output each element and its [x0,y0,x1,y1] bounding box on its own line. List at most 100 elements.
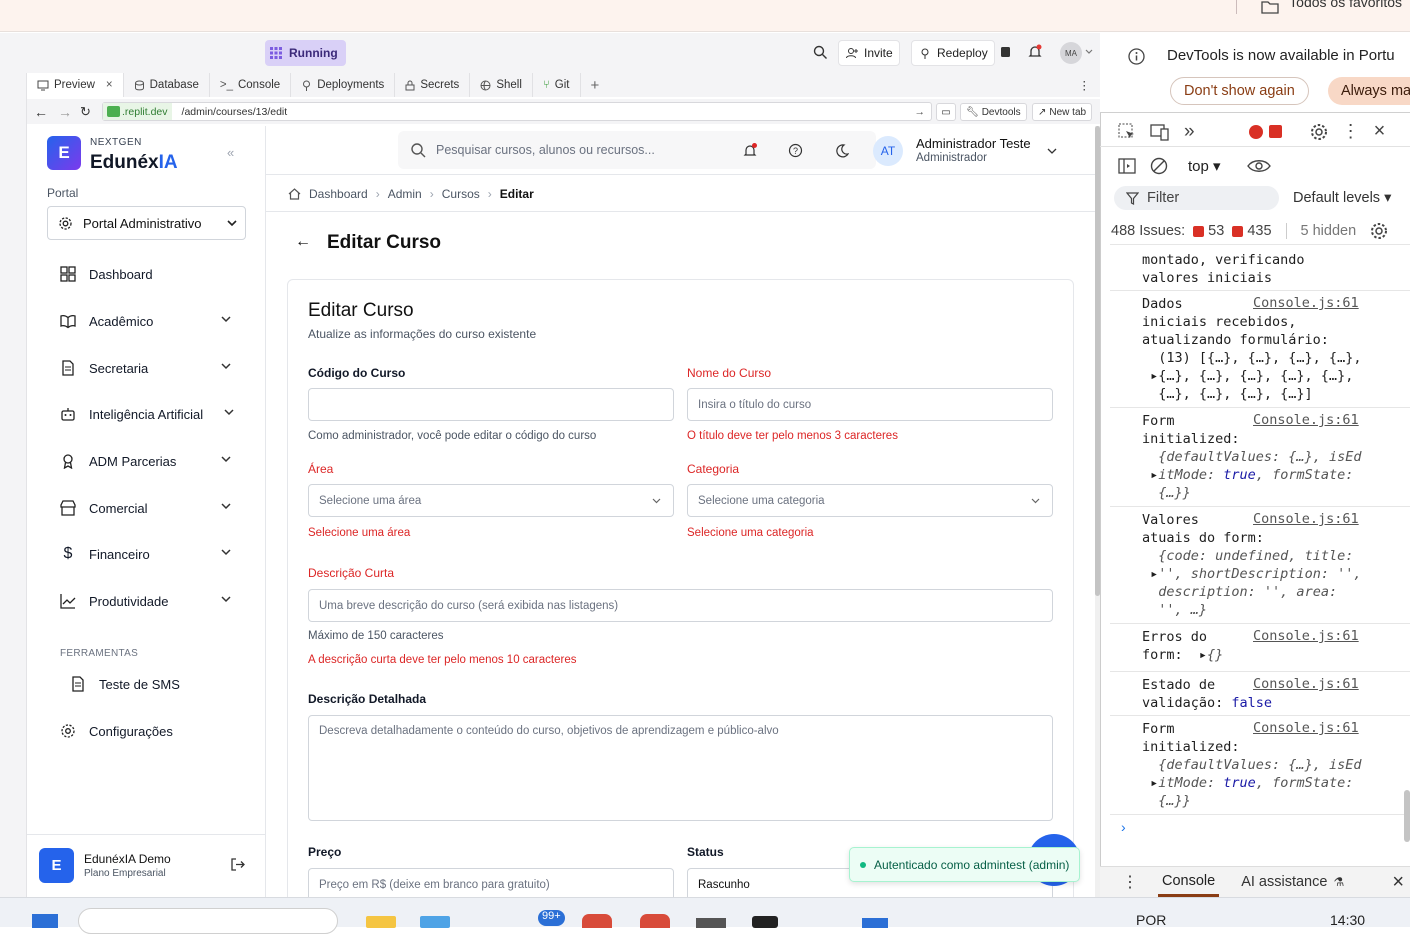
area-select[interactable]: Selecione uma área [308,484,674,517]
short-desc-input[interactable]: Uma breve descrição do curso (será exibi… [308,589,1053,622]
store-icon [60,500,76,516]
logout-icon[interactable] [230,857,245,872]
inspect-icon[interactable] [1118,123,1136,141]
kebab-icon[interactable]: ⋮ [1122,872,1138,892]
tab-database[interactable]: Database [124,73,210,97]
search-input[interactable]: Pesquisar cursos, alunos ou recursos... [398,131,876,169]
folder-icon[interactable] [366,916,396,928]
invite-button[interactable]: Invite [838,40,900,66]
browser-icon[interactable] [640,914,670,928]
console-source-link[interactable]: Console.js:61 [1253,720,1359,736]
tab-secrets[interactable]: Secrets [395,73,471,97]
tab-preview[interactable]: Preview × [27,73,124,97]
console-prompt[interactable]: › [1121,819,1126,835]
description-textarea[interactable]: Descreva detalhadamente o conteúdo do cu… [308,715,1053,821]
copy-icon[interactable] [999,45,1013,59]
chevron-down-icon[interactable] [1047,146,1057,156]
back-arrow-icon[interactable]: ← [34,104,48,120]
run-status-button[interactable]: Running [265,40,346,66]
go-arrow-icon[interactable]: → [915,106,926,118]
sidebar-item-secretaria[interactable]: Secretaria [60,354,232,382]
avatar[interactable]: AT [873,136,903,166]
console-source-link[interactable]: Console.js:61 [1253,295,1359,311]
reload-icon[interactable]: ↻ [80,104,91,120]
notification-bell-icon[interactable] [742,143,758,159]
console-source-link[interactable]: Console.js:61 [1253,412,1359,428]
sidebar-item-academico[interactable]: Acadêmico [60,307,232,335]
forward-arrow-icon[interactable]: → [58,104,72,120]
help-icon[interactable]: ? [788,143,803,158]
sidebar-item-comercial[interactable]: Comercial [60,494,232,522]
course-name-input[interactable]: Insira o título do curso [687,388,1053,421]
clear-console-icon[interactable] [1150,157,1168,175]
moon-icon[interactable] [834,143,849,158]
windows-start-icon[interactable] [32,914,58,928]
console-source-link[interactable]: Console.js:61 [1253,511,1359,527]
tab-console[interactable]: >_ Console [210,73,292,97]
sidebar-item-dashboard[interactable]: Dashboard [60,260,232,288]
portal-select[interactable]: Portal Administrativo [47,206,246,240]
filter-input[interactable]: Filter [1114,186,1279,210]
clock[interactable]: 14:30 [1330,912,1365,928]
tab-deployments[interactable]: Deployments [291,73,396,97]
new-tab-link-button[interactable]: ↗ New tab [1032,103,1093,121]
sidebar-toggle-icon[interactable] [1118,157,1136,175]
tab-console[interactable]: Console [1158,867,1220,897]
price-input[interactable]: Preço em R$ (deixe em branco para gratui… [308,868,674,897]
more-panels-icon[interactable]: » [1184,121,1195,143]
browser-icon[interactable] [582,914,612,928]
replit-left-strip [0,73,27,897]
all-favorites-button[interactable]: Todos os favoritos [1236,0,1402,14]
kebab-icon[interactable]: ⋮ [1079,78,1091,92]
tab-git[interactable]: ⑂ Git [533,73,581,97]
always-match-button[interactable]: Always ma [1328,77,1410,105]
placeholder: Insira o título do curso [698,398,812,411]
new-tab-button[interactable]: + [581,73,610,97]
app-icon[interactable] [420,916,450,928]
tab-shell[interactable]: Shell [470,73,533,97]
taskbar-search[interactable] [78,908,338,934]
log-levels-select[interactable]: Default levels ▾ [1293,190,1391,206]
close-icon[interactable]: × [1392,871,1404,894]
sidebar-item-configuracoes[interactable]: Configurações [60,717,232,745]
devtools-scrollbar[interactable] [1404,790,1410,842]
sidebar-item-financeiro[interactable]: $ Financeiro [60,540,232,568]
dont-show-again-button[interactable]: Don't show again [1170,77,1309,105]
app-icon[interactable] [752,916,778,928]
back-arrow-icon[interactable]: ← [295,233,311,251]
error-count-icon[interactable] [1248,124,1263,139]
tab-ai-assistance[interactable]: AI assistance [1241,874,1327,890]
sidebar-item-adm-parcerias[interactable]: ADM Parcerias [60,447,232,475]
gear-icon[interactable] [1310,123,1328,141]
url-input[interactable]: .replit.dev /admin/courses/13/edit → [102,102,932,121]
language-indicator[interactable]: POR [1136,912,1166,928]
screen-icon[interactable]: ▭ [936,103,956,121]
context-select[interactable]: top ▾ [1188,157,1221,175]
close-icon[interactable]: × [106,79,113,91]
sidebar-item-produtividade[interactable]: Produtividade [60,587,232,615]
breadcrumb-dashboard[interactable]: Dashboard [309,187,368,201]
search-icon[interactable] [813,45,828,60]
breadcrumb-cursos[interactable]: Cursos [442,187,480,201]
category-select[interactable]: Selecione uma categoria [687,484,1053,517]
collapse-sidebar-icon[interactable]: « [227,145,234,160]
notification-bell-icon[interactable] [1027,44,1043,60]
console-source-link[interactable]: Console.js:61 [1253,676,1359,692]
device-toggle-icon[interactable] [1150,123,1170,141]
chevron-down-icon[interactable] [1085,48,1093,56]
breadcrumb-admin[interactable]: Admin [388,187,422,201]
close-icon[interactable]: × [1374,120,1386,143]
devtools-button[interactable]: 🔧︎ Devtools [960,103,1027,121]
monitor-icon [37,80,49,90]
issues-bar[interactable]: 488 Issues: 53 435 5 hidden [1111,222,1388,240]
redeploy-button[interactable]: Redeploy [911,40,995,66]
kebab-icon[interactable]: ⋮ [1342,121,1360,142]
avatar[interactable]: MA [1060,42,1082,64]
message-count-icon[interactable] [1268,125,1282,138]
console-source-link[interactable]: Console.js:61 [1253,628,1359,644]
placeholder: Descreva detalhadamente o conteúdo do cu… [319,725,779,737]
course-code-input[interactable] [308,388,674,421]
sidebar-item-teste-sms[interactable]: Teste de SMS [70,670,242,698]
sidebar-item-inteligencia-artificial[interactable]: Inteligência Artificial [60,400,234,428]
eye-icon[interactable] [1246,158,1271,174]
